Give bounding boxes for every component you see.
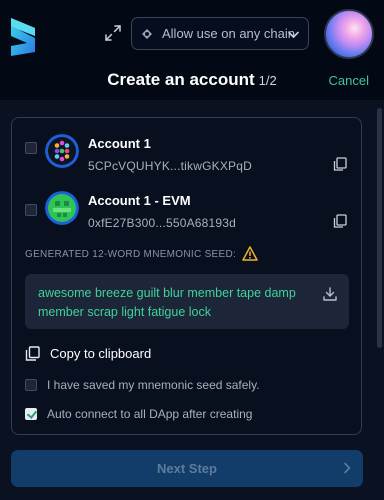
copy-icon[interactable] bbox=[333, 157, 347, 171]
copy-to-clipboard-label: Copy to clipboard bbox=[50, 345, 152, 361]
account-card: Account 1 5CPcVQUHYK...tikwGKXPqD Accoun… bbox=[11, 117, 362, 435]
page-title-text: Create an account bbox=[107, 70, 255, 89]
next-step-label: Next Step bbox=[157, 461, 217, 476]
subwallet-logo-icon bbox=[11, 18, 35, 56]
chain-selector-label: Allow use on any chain bbox=[162, 26, 295, 41]
chevron-down-icon bbox=[288, 31, 299, 38]
scrollbar[interactable] bbox=[377, 108, 382, 348]
account-name: Account 1 - EVM bbox=[88, 193, 191, 208]
chevron-right-icon bbox=[344, 462, 351, 474]
account-row[interactable]: Account 1 5CPcVQUHYK...tikwGKXPqD bbox=[12, 130, 363, 180]
account-checkbox[interactable] bbox=[25, 142, 37, 154]
evm-identicon-icon bbox=[45, 191, 79, 225]
header: Allow use on any chain Create an account… bbox=[0, 0, 384, 100]
seed-label: GENERATED 12-WORD MNEMONIC SEED: bbox=[25, 249, 237, 260]
copy-icon[interactable] bbox=[333, 214, 347, 228]
saved-seed-label: I have saved my mnemonic seed safely. bbox=[47, 378, 260, 392]
copy-icon bbox=[25, 345, 40, 361]
step-indicator: 1/2 bbox=[258, 73, 277, 88]
download-icon[interactable] bbox=[322, 286, 338, 302]
create-account-screen: Allow use on any chain Create an account… bbox=[0, 0, 384, 500]
saved-seed-option[interactable]: I have saved my mnemonic seed safely. bbox=[25, 376, 260, 394]
account-name: Account 1 bbox=[88, 136, 151, 151]
expand-icon[interactable] bbox=[104, 24, 122, 42]
mnemonic-seed-box: awesome breeze guilt blur member tape da… bbox=[25, 274, 349, 329]
account-avatar[interactable] bbox=[324, 9, 374, 59]
next-step-button[interactable]: Next Step bbox=[11, 450, 363, 487]
account-address: 5CPcVQUHYK...tikwGKXPqD bbox=[88, 159, 252, 173]
page-title: Create an account 1/2 bbox=[0, 70, 384, 90]
auto-connect-label: Auto connect to all DApp after creating bbox=[47, 407, 253, 421]
cancel-link[interactable]: Cancel bbox=[329, 73, 369, 88]
account-checkbox[interactable] bbox=[25, 204, 37, 216]
account-address: 0xfE27B300...550A68193d bbox=[88, 216, 237, 230]
chain-selector[interactable]: Allow use on any chain bbox=[131, 17, 309, 50]
account-row[interactable]: Account 1 - EVM 0xfE27B300...550A68193d bbox=[12, 185, 363, 235]
auto-connect-option[interactable]: Auto connect to all DApp after creating bbox=[25, 405, 252, 423]
mnemonic-phrase: awesome breeze guilt blur member tape da… bbox=[38, 286, 296, 319]
warning-icon bbox=[242, 246, 258, 261]
polkadot-identicon-icon bbox=[45, 134, 79, 168]
saved-seed-checkbox[interactable] bbox=[25, 379, 37, 391]
auto-connect-checkbox[interactable] bbox=[25, 408, 37, 420]
copy-to-clipboard-button[interactable]: Copy to clipboard bbox=[25, 342, 151, 364]
chain-globe-icon bbox=[142, 28, 152, 39]
